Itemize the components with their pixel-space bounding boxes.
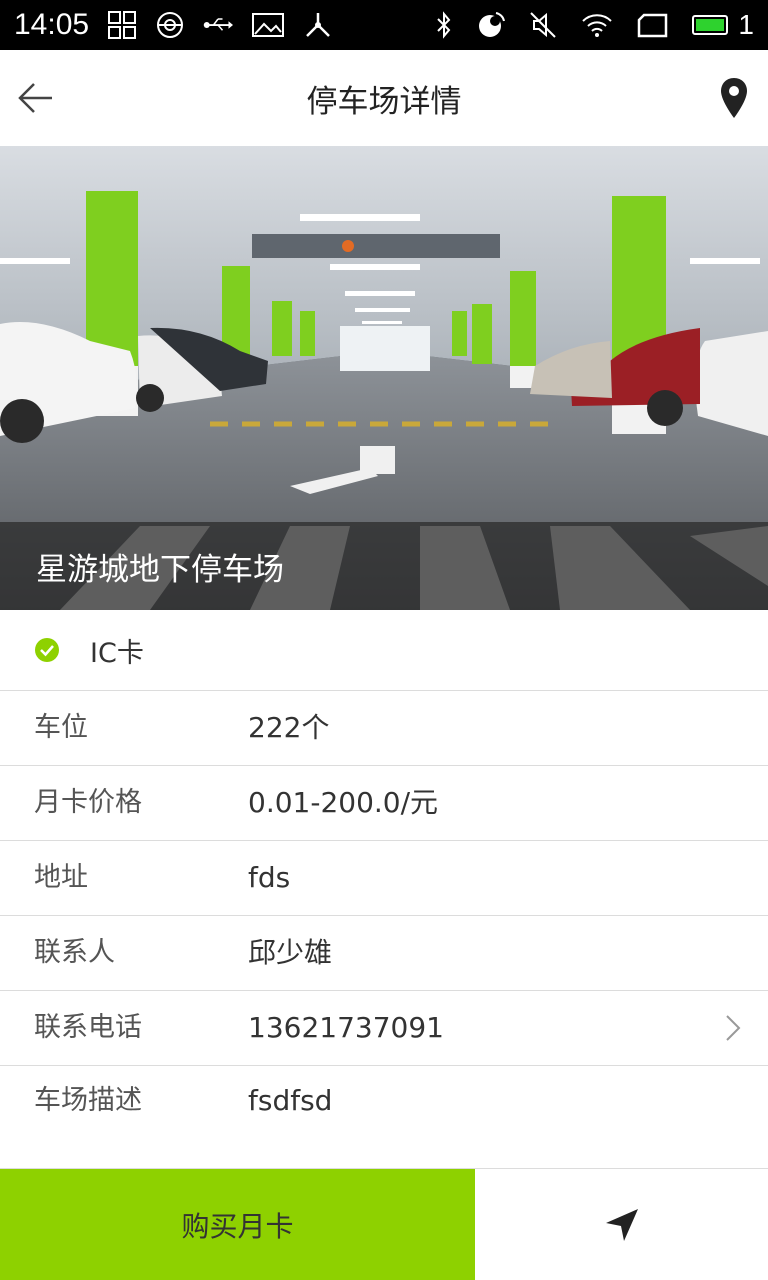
sync-icon [479,12,506,37]
row-phone[interactable]: 联系电话 13621737091 [0,991,768,1066]
parking-lot-name: 星游城地下停车场 [36,551,284,588]
row-spaces: 车位 222个 [0,691,768,766]
navigate-button[interactable] [475,1169,768,1280]
sim-icon [638,13,668,38]
spaces-value: 222个 [248,711,330,744]
grid-icon [108,11,137,39]
row-description: 车场描述 fsdfsd [0,1066,768,1169]
chevron-right-icon[interactable] [724,1014,742,1042]
status-time: 14:05 [14,8,90,41]
buy-monthly-card-button[interactable]: 购买月卡 [0,1169,475,1280]
status-left-icons [107,10,333,40]
address-label: 地址 [34,862,88,893]
map-pin-icon[interactable] [718,76,750,120]
wifi-icon [582,14,613,37]
share-icon [306,13,330,37]
monthly-price-value: 0.01-200.0/元 [248,786,439,819]
settings-app-icon [157,12,184,38]
feature-label: IC卡 [90,637,144,669]
parking-lot-image: 星游城地下停车场 [0,146,768,610]
phone-label: 联系电话 [34,1012,142,1043]
spaces-label: 车位 [34,712,88,743]
row-contact: 联系人 邱少雄 [0,916,768,991]
bluetooth-icon [437,11,451,39]
status-right-icons: 1 [434,9,754,41]
image-icon [252,13,285,37]
monthly-price-label: 月卡价格 [34,787,142,818]
navigation-arrow-icon [605,1208,638,1241]
row-monthly-price: 月卡价格 0.01-200.0/元 [0,766,768,841]
feature-row-ic-card: IC卡 [0,610,768,691]
page-title: 停车场详情 [306,83,462,120]
bottom-action-bar: 购买月卡 [0,1169,768,1280]
battery-indicator: 1 [692,9,754,41]
description-value: fsdfsd [248,1084,333,1117]
address-value: fds [248,861,291,894]
battery-label: 1 [738,9,754,40]
contact-value: 邱少雄 [248,936,333,969]
check-circle-icon [35,638,59,662]
row-address: 地址 fds [0,841,768,916]
description-label: 车场描述 [34,1085,142,1116]
status-bar: 14:05 1 [0,0,768,50]
battery-icon [692,15,729,35]
usb-icon [203,18,234,31]
hero-caption: 星游城地下停车场 [0,522,768,610]
arrow-left-icon[interactable] [16,78,56,118]
mute-icon [530,12,557,38]
header: 停车场详情 [0,50,768,146]
contact-label: 联系人 [34,937,115,968]
phone-value[interactable]: 13621737091 [248,991,444,1065]
